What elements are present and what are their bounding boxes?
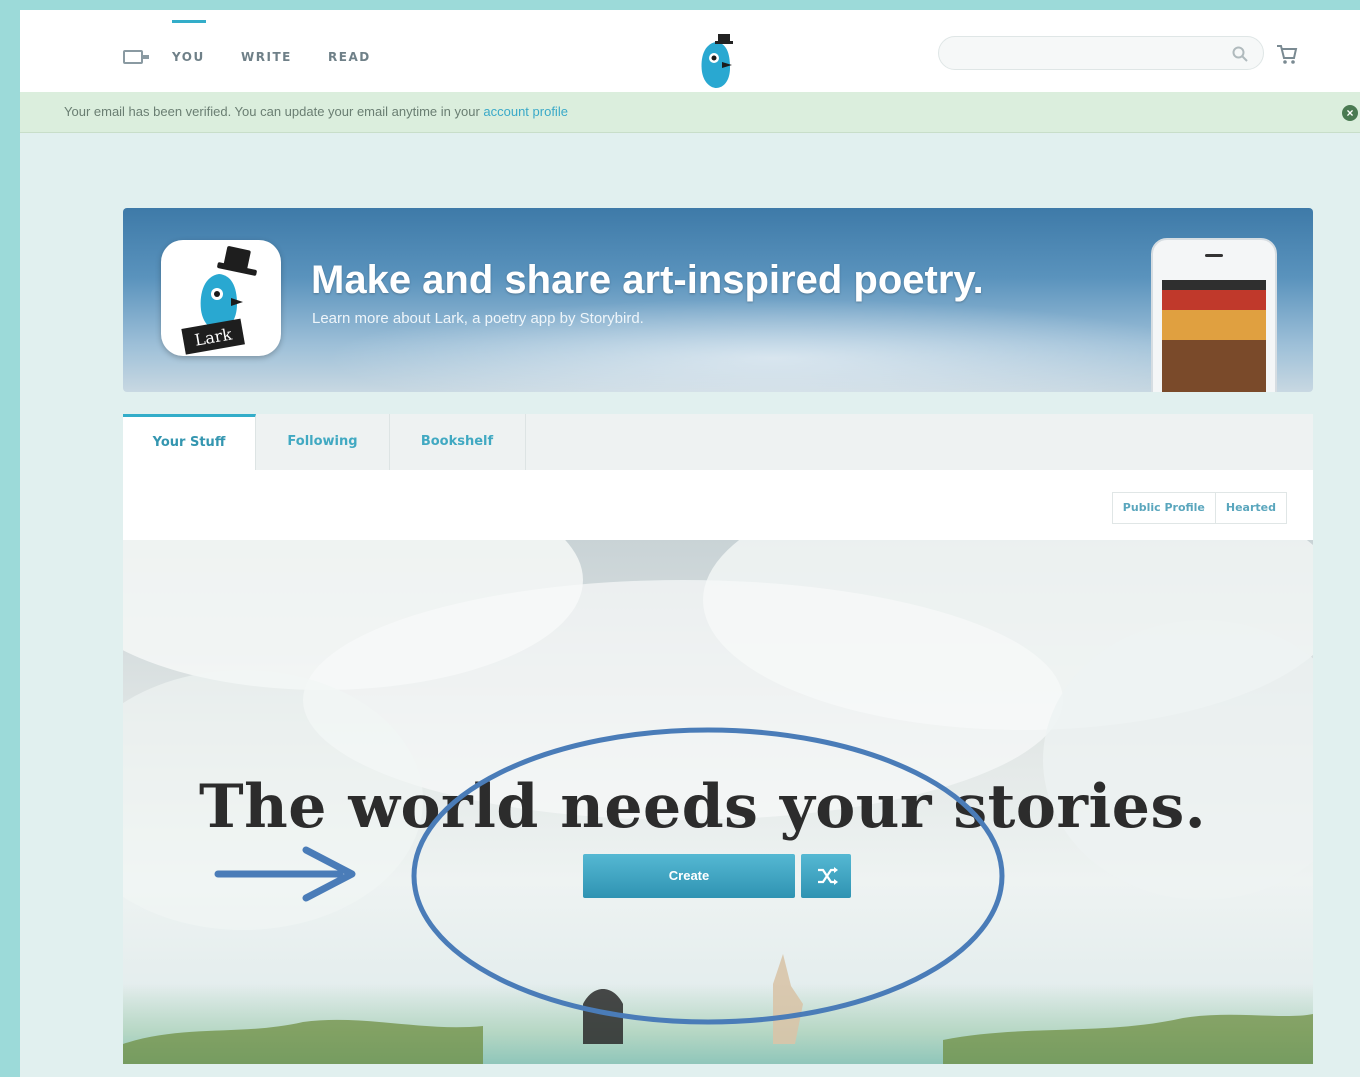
- banner-subtitle[interactable]: Learn more about Lark, a poetry app by S…: [312, 310, 644, 327]
- account-profile-link[interactable]: account profile: [483, 104, 568, 119]
- tab-following[interactable]: Following: [256, 414, 390, 470]
- hero-landscape-illustration: [123, 954, 1313, 1064]
- profile-button-group: Public Profile Hearted: [1111, 492, 1287, 524]
- nav-you[interactable]: YOU: [172, 20, 206, 64]
- phone-screen: [1162, 280, 1266, 392]
- main-panel: Your Stuff Following Bookshelf Public Pr…: [123, 414, 1313, 1064]
- browser-screen: YOU WRITE READ Your email has been verif…: [20, 10, 1360, 1077]
- nav-write[interactable]: WRITE: [241, 50, 292, 64]
- profile-subbar: Public Profile Hearted: [123, 470, 1313, 540]
- hearted-button[interactable]: Hearted: [1214, 493, 1286, 523]
- hero-section: The world needs your stories. Create: [123, 540, 1313, 1064]
- close-icon[interactable]: ×: [1342, 105, 1358, 121]
- top-nav: YOU WRITE READ: [20, 10, 1360, 93]
- nav-read[interactable]: READ: [328, 50, 371, 64]
- notice-text: Your email has been verified. You can up…: [64, 104, 568, 119]
- create-button[interactable]: Create: [583, 854, 795, 898]
- public-profile-button[interactable]: Public Profile: [1113, 493, 1215, 523]
- banner-title: Make and share art-inspired poetry.: [311, 258, 984, 302]
- lark-promo-banner[interactable]: Lark Make and share art-inspired poetry.…: [123, 208, 1313, 392]
- shuffle-button[interactable]: [801, 854, 851, 898]
- phone-speaker: [1205, 254, 1223, 257]
- phone-illustration: [1151, 238, 1277, 392]
- tab-bar: Your Stuff Following Bookshelf: [123, 414, 1313, 471]
- hero-title: The world needs your stories.: [199, 772, 1207, 842]
- book-icon[interactable]: [123, 50, 149, 64]
- shuffle-icon: [818, 867, 838, 885]
- tab-bookshelf[interactable]: Bookshelf: [389, 414, 526, 470]
- tab-your-stuff[interactable]: Your Stuff: [123, 414, 256, 470]
- notice-message: Your email has been verified. You can up…: [64, 104, 484, 119]
- email-verified-notice: Your email has been verified. You can up…: [20, 92, 1360, 133]
- logo-bird-icon[interactable]: [692, 32, 740, 90]
- cart-icon[interactable]: [1276, 43, 1298, 65]
- search-box[interactable]: [938, 36, 1264, 70]
- search-icon[interactable]: [1231, 45, 1249, 63]
- lark-app-icon[interactable]: Lark: [161, 240, 281, 356]
- lark-bird-icon: Lark: [181, 246, 257, 355]
- search-input[interactable]: [953, 44, 1217, 66]
